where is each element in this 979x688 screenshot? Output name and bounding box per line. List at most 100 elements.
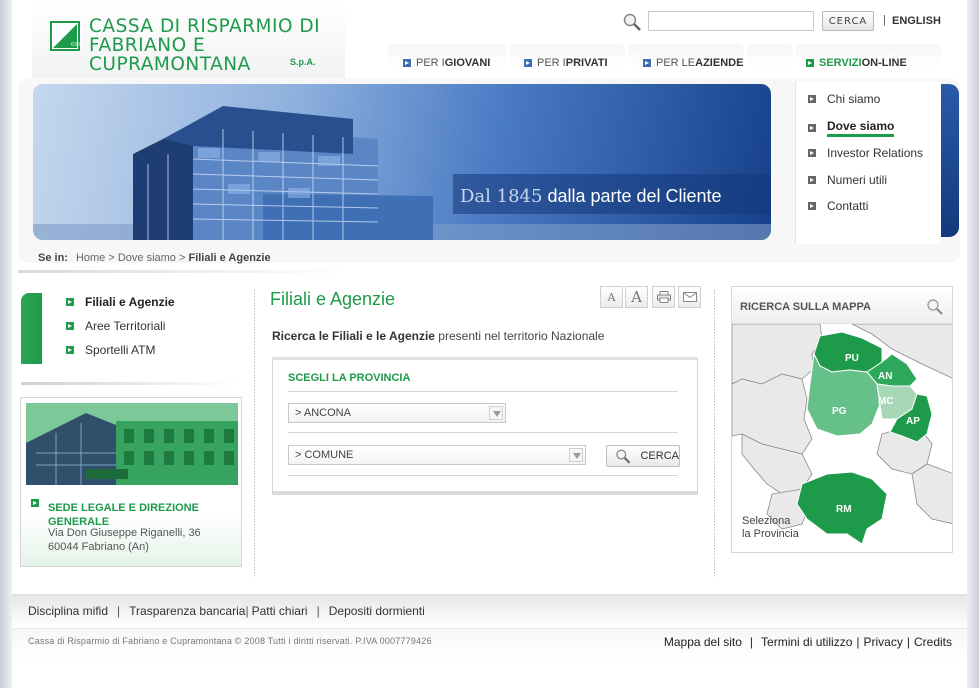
footer-link-depositi[interactable]: Depositi dormienti xyxy=(329,604,425,618)
arrow-icon xyxy=(66,322,74,330)
arrow-icon xyxy=(524,59,532,67)
province-select[interactable]: > ANCONA xyxy=(288,403,506,423)
arrow-icon xyxy=(808,149,816,157)
footer-link-trasparenza[interactable]: Trasparenza bancaria xyxy=(129,604,245,618)
footer-links: Disciplina mifid | Trasparenza bancaria| Pa… xyxy=(28,604,425,618)
menu-item-chi-siamo[interactable]: Chi siamo xyxy=(808,92,880,106)
footer-link-mappa-sito[interactable]: Mappa del sito xyxy=(664,635,742,649)
footer-right-links: Mappa del sito | Termini di utilizzo | Priva… xyxy=(663,635,952,649)
menu-item-investor-relations[interactable]: Investor Relations xyxy=(808,146,923,160)
page-title: Filiali e Agenzie xyxy=(270,289,396,309)
arrow-icon xyxy=(808,124,816,132)
arrow-icon xyxy=(66,346,74,354)
right-menu: Chi siamo Dove siamo Investor Relations … xyxy=(795,82,941,244)
arrow-icon xyxy=(643,59,651,67)
map-label-mc: MC xyxy=(878,396,894,407)
comune-select[interactable]: > COMUNE xyxy=(288,445,586,465)
form-heading: SCEGLI LA PROVINCIA xyxy=(288,372,411,384)
form-divider xyxy=(288,391,678,392)
page-side-right xyxy=(967,0,979,688)
headquarters-address-line1: Via Don Giuseppe Riganelli, 36 xyxy=(48,527,201,539)
hero-banner: Dal 1845 dalla parte del Cliente xyxy=(33,84,771,240)
page-side-left xyxy=(0,0,12,688)
lang-separator: | xyxy=(883,14,886,26)
banner-tagline: Dal 1845 dalla parte del Cliente xyxy=(460,186,722,207)
arrow-icon xyxy=(808,176,816,184)
column-divider-left xyxy=(254,290,255,578)
left-nav: Filiali e Agenzie Aree Territoriali Spor… xyxy=(21,293,241,365)
headquarters-photo xyxy=(26,403,238,485)
font-large-icon: A xyxy=(631,288,642,306)
footer-link-mifid[interactable]: Disciplina mifid xyxy=(28,604,108,618)
font-small-icon: A xyxy=(607,290,616,304)
intro-text: Ricerca le Filiali e le Agenzie presenti… xyxy=(272,329,605,343)
map-hint: Seleziona la Provincia xyxy=(742,515,799,540)
search-button[interactable]: CERCA xyxy=(822,11,874,31)
form-divider xyxy=(288,432,678,433)
map-label-pu: PU xyxy=(845,353,859,364)
form-divider xyxy=(288,475,678,476)
map-label-an: AN xyxy=(878,371,892,382)
breadcrumb-dove-siamo[interactable]: Dove siamo xyxy=(118,252,176,264)
breadcrumb: Se in: Home > Dove siamo > Filiali e Agen… xyxy=(38,252,271,264)
chevron-down-icon xyxy=(489,406,503,420)
map-label-rm: RM xyxy=(836,504,852,515)
headquarters-illustration xyxy=(26,403,238,485)
column-divider-right xyxy=(714,290,715,578)
envelope-icon xyxy=(682,292,697,302)
font-large-button[interactable]: A xyxy=(625,286,648,308)
headquarters-box[interactable]: SEDE LEGALE E DIREZIONE GENERALE Via Don… xyxy=(20,397,242,567)
search-icon[interactable] xyxy=(926,298,944,316)
copyright: Cassa di Risparmio di Fabriano e Cupramo… xyxy=(28,636,432,646)
search-input[interactable] xyxy=(648,11,814,31)
logo[interactable]: cdr CASSA DI RISPARMIO DI FABRIANO E CUP… xyxy=(32,0,345,80)
email-button[interactable] xyxy=(678,286,701,308)
map-label-pg: PG xyxy=(832,406,847,417)
arrow-icon xyxy=(808,202,816,210)
bank-logo-icon: cdr xyxy=(49,20,81,52)
footer-link-privacy[interactable]: Privacy xyxy=(864,635,903,649)
menu-item-numeri-utili[interactable]: Numeri utili xyxy=(808,173,887,187)
menu-item-dove-siamo[interactable]: Dove siamo xyxy=(808,119,895,137)
footer-link-credits[interactable]: Credits xyxy=(914,635,952,649)
arrow-icon xyxy=(31,499,39,507)
breadcrumb-divider xyxy=(18,270,348,273)
left-nav-aree-territoriali[interactable]: Aree Territoriali xyxy=(66,319,165,333)
search-icon xyxy=(616,449,631,464)
search-icon xyxy=(623,13,641,31)
map-header: RICERCA SULLA MAPPA xyxy=(732,287,952,324)
cerca-button[interactable]: CERCA xyxy=(606,445,680,467)
map-search-box: RICERCA SULLA MAPPA PU AN MC PG AP RM Se… xyxy=(731,286,953,553)
arrow-icon xyxy=(808,95,816,103)
arrow-icon xyxy=(403,59,411,67)
tab-servizi-online[interactable]: SERVIZI ON-LINE xyxy=(795,44,941,82)
province-search-form: SCEGLI LA PROVINCIA > ANCONA > COMUNE CE… xyxy=(272,357,698,495)
left-divider xyxy=(21,382,241,385)
breadcrumb-home[interactable]: Home xyxy=(76,252,105,264)
left-nav-sportelli-atm[interactable]: Sportelli ATM xyxy=(66,343,155,357)
footer-link-patti-chiari[interactable]: Patti chiari xyxy=(252,604,308,618)
headquarters-title[interactable]: SEDE LEGALE E DIREZIONE GENERALE xyxy=(48,501,228,529)
chevron-down-icon xyxy=(569,448,583,462)
headquarters-address-line2: 60044 Fabriano (An) xyxy=(48,541,149,553)
footer-link-termini[interactable]: Termini di utilizzo xyxy=(761,635,852,649)
arrow-icon xyxy=(66,298,74,306)
arrow-icon xyxy=(806,59,814,67)
building-illustration xyxy=(33,106,771,240)
left-nav-accent xyxy=(21,293,42,364)
logo-spa: S.p.A. xyxy=(290,57,316,67)
print-button[interactable] xyxy=(652,286,675,308)
svg-text:cdr: cdr xyxy=(71,41,81,48)
menu-item-contatti[interactable]: Contatti xyxy=(808,199,868,213)
left-nav-filiali[interactable]: Filiali e Agenzie xyxy=(66,295,175,309)
map-label-ap: AP xyxy=(906,416,920,427)
map-title: RICERCA SULLA MAPPA xyxy=(740,301,871,313)
tab-privati[interactable]: PER I PRIVATI xyxy=(509,44,625,82)
english-link[interactable]: ENGLISH xyxy=(892,15,941,27)
font-small-button[interactable]: A xyxy=(600,286,623,308)
print-icon xyxy=(656,291,671,303)
banner-right-edge xyxy=(939,84,959,237)
breadcrumb-current: Filiali e Agenzie xyxy=(188,252,271,264)
tab-aziende[interactable]: PER LE AZIENDE xyxy=(628,44,744,82)
tab-giovani[interactable]: PER I GIOVANI xyxy=(388,44,506,82)
